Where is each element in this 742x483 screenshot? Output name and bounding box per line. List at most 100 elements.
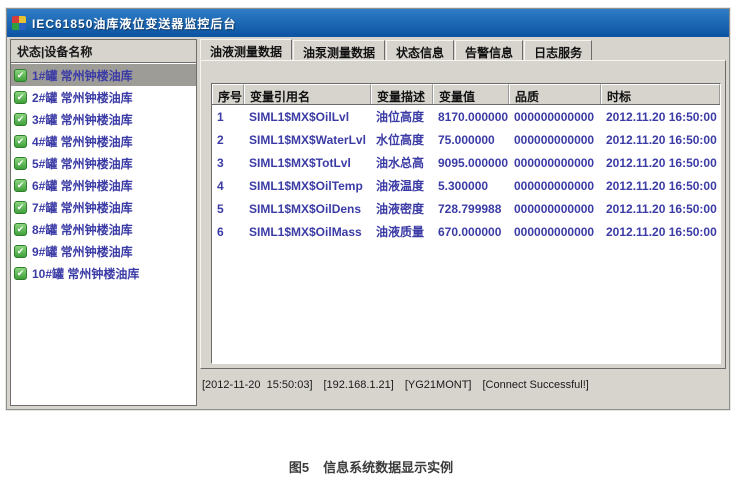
table-row[interactable]: 3SIML1$MX$TotLvl油水总高9095.000000000000000… — [212, 151, 720, 174]
cell-r1-c3: 8170.000000 — [433, 110, 509, 124]
cell-r1-c4: 000000000000 — [509, 110, 601, 124]
column-header-1[interactable]: 变量引用名 — [244, 84, 371, 104]
check-icon: ✔ — [14, 69, 27, 82]
cell-r6-c0: 6 — [212, 225, 244, 239]
titlebar: IEC61850油库液位变送器监控后台 — [7, 9, 729, 37]
cell-r1-c1: SIML1$MX$OilLvl — [244, 110, 371, 124]
cell-r2-c1: SIML1$MX$WaterLvl — [244, 133, 371, 147]
device-item-4-tank[interactable]: ✔ 4#罐 常州钟楼油库 — [11, 130, 196, 152]
cell-r1-c0: 1 — [212, 110, 244, 124]
device-item-label: 10#罐 常州钟楼油库 — [32, 265, 139, 282]
table-header-row: 序号变量引用名变量描述变量值品质时标 — [212, 84, 720, 105]
check-icon: ✔ — [14, 135, 27, 148]
cell-r2-c3: 75.000000 — [433, 133, 509, 147]
status-timestamp: [2012-11-20 15:50:03] — [202, 379, 313, 391]
device-item-9-tank[interactable]: ✔ 9#罐 常州钟楼油库 — [11, 240, 196, 262]
table-row[interactable]: 5SIML1$MX$OilDens油液密度728.799988000000000… — [212, 197, 720, 220]
tab-bar: 油液测量数据油泵测量数据状态信息告警信息日志服务 — [200, 39, 726, 60]
cell-r5-c1: SIML1$MX$OilDens — [244, 202, 371, 216]
check-icon: ✔ — [14, 179, 27, 192]
device-item-5-tank[interactable]: ✔ 5#罐 常州钟楼油库 — [11, 152, 196, 174]
device-item-8-tank[interactable]: ✔ 8#罐 常州钟楼油库 — [11, 218, 196, 240]
table-row[interactable]: 6SIML1$MX$OilMass油液质量670.000000000000000… — [212, 220, 720, 243]
table-row[interactable]: 1SIML1$MX$OilLvl油位高度8170.000000000000000… — [212, 105, 720, 128]
cell-r5-c2: 油液密度 — [371, 200, 433, 217]
app-icon — [12, 16, 26, 30]
column-header-0[interactable]: 序号 — [212, 84, 244, 104]
status-message: [Connect Successful!] — [482, 379, 588, 391]
status-bar: [2012-11-20 15:50:03] [192.168.1.21] [YG… — [202, 377, 726, 393]
device-item-label: 6#罐 常州钟楼油库 — [32, 177, 133, 194]
check-icon: ✔ — [14, 223, 27, 236]
cell-r4-c5: 2012.11.20 16:50:00 — [601, 179, 720, 193]
cell-r4-c2: 油液温度 — [371, 177, 433, 194]
device-item-10-tank[interactable]: ✔10#罐 常州钟楼油库 — [11, 262, 196, 284]
device-item-1-tank[interactable]: ✔ 1#罐 常州钟楼油库 — [11, 64, 196, 86]
window-title: IEC61850油库液位变送器监控后台 — [32, 15, 236, 32]
main-panel: 油液测量数据油泵测量数据状态信息告警信息日志服务 序号变量引用名变量描述变量值品… — [200, 39, 726, 406]
cell-r2-c4: 000000000000 — [509, 133, 601, 147]
cell-r5-c4: 000000000000 — [509, 202, 601, 216]
tab-3[interactable]: 告警信息 — [455, 40, 523, 60]
check-icon: ✔ — [14, 245, 27, 258]
device-item-7-tank[interactable]: ✔ 7#罐 常州钟楼油库 — [11, 196, 196, 218]
cell-r4-c1: SIML1$MX$OilTemp — [244, 179, 371, 193]
tab-page-oil-measure: 序号变量引用名变量描述变量值品质时标 1SIML1$MX$OilLvl油位高度8… — [200, 60, 726, 369]
tab-2[interactable]: 状态信息 — [386, 40, 454, 60]
cell-r4-c4: 000000000000 — [509, 179, 601, 193]
measurement-table: 序号变量引用名变量描述变量值品质时标 1SIML1$MX$OilLvl油位高度8… — [211, 83, 721, 364]
cell-r2-c5: 2012.11.20 16:50:00 — [601, 133, 720, 147]
figure-caption: 图5 信息系统数据显示实例 — [0, 457, 742, 476]
cell-r4-c3: 5.300000 — [433, 179, 509, 193]
cell-r1-c2: 油位高度 — [371, 108, 433, 125]
cell-r3-c2: 油水总高 — [371, 154, 433, 171]
figure-label: 图5 — [289, 460, 309, 475]
cell-r5-c3: 728.799988 — [433, 202, 509, 216]
cell-r3-c0: 3 — [212, 156, 244, 170]
column-header-3[interactable]: 变量值 — [433, 84, 509, 104]
device-item-label: 4#罐 常州钟楼油库 — [32, 133, 133, 150]
device-item-6-tank[interactable]: ✔ 6#罐 常州钟楼油库 — [11, 174, 196, 196]
device-item-label: 9#罐 常州钟楼油库 — [32, 243, 133, 260]
status-module: [YG21MONT] — [405, 379, 472, 391]
device-item-label: 7#罐 常州钟楼油库 — [32, 199, 133, 216]
device-item-3-tank[interactable]: ✔ 3#罐 常州钟楼油库 — [11, 108, 196, 130]
check-icon: ✔ — [14, 157, 27, 170]
figure-title: 信息系统数据显示实例 — [323, 460, 453, 475]
device-item-label: 5#罐 常州钟楼油库 — [32, 155, 133, 172]
cell-r6-c2: 油液质量 — [371, 223, 433, 240]
cell-r5-c5: 2012.11.20 16:50:00 — [601, 202, 720, 216]
column-header-4[interactable]: 品质 — [509, 84, 601, 104]
device-item-label: 3#罐 常州钟楼油库 — [32, 111, 133, 128]
table-row[interactable]: 2SIML1$MX$WaterLvl水位高度75.000000000000000… — [212, 128, 720, 151]
tab-4[interactable]: 日志服务 — [524, 40, 592, 60]
table-row[interactable]: 4SIML1$MX$OilTemp油液温度5.30000000000000000… — [212, 174, 720, 197]
cell-r2-c0: 2 — [212, 133, 244, 147]
device-item-label: 1#罐 常州钟楼油库 — [32, 67, 133, 84]
check-icon: ✔ — [14, 91, 27, 104]
cell-r6-c1: SIML1$MX$OilMass — [244, 225, 371, 239]
cell-r6-c4: 000000000000 — [509, 225, 601, 239]
check-icon: ✔ — [14, 113, 27, 126]
cell-r4-c0: 4 — [212, 179, 244, 193]
device-panel: 状态|设备名称 ✔ 1#罐 常州钟楼油库 ✔ 2#罐 常州钟楼油库 ✔ 3#罐 常州钟楼油… — [10, 39, 197, 406]
device-item-label: 8#罐 常州钟楼油库 — [32, 221, 133, 238]
app-window: IEC61850油库液位变送器监控后台 状态|设备名称 ✔1#罐 常州钟楼油库✔… — [6, 8, 730, 410]
device-item-2-tank[interactable]: ✔ 2#罐 常州钟楼油库 — [11, 86, 196, 108]
device-panel-header: 状态|设备名称 — [11, 40, 196, 63]
cell-r6-c3: 670.000000 — [433, 225, 509, 239]
cell-r3-c1: SIML1$MX$TotLvl — [244, 156, 371, 170]
cell-r2-c2: 水位高度 — [371, 131, 433, 148]
tab-1[interactable]: 油泵测量数据 — [293, 40, 385, 60]
cell-r6-c5: 2012.11.20 16:50:00 — [601, 225, 720, 239]
column-header-5[interactable]: 时标 — [601, 84, 720, 104]
device-list: ✔ 1#罐 常州钟楼油库 ✔ 2#罐 常州钟楼油库 ✔ 3#罐 常州钟楼油库 ✔ 4#罐 常州… — [11, 64, 196, 405]
check-icon: ✔ — [14, 201, 27, 214]
cell-r1-c5: 2012.11.20 16:50:00 — [601, 110, 720, 124]
cell-r3-c5: 2012.11.20 16:50:00 — [601, 156, 720, 170]
page: IEC61850油库液位变送器监控后台 状态|设备名称 ✔1#罐 常州钟楼油库✔… — [0, 0, 742, 483]
column-header-2[interactable]: 变量描述 — [371, 84, 433, 104]
cell-r3-c4: 000000000000 — [509, 156, 601, 170]
tab-0[interactable]: 油液测量数据 — [200, 39, 292, 60]
device-item-label: 2#罐 常州钟楼油库 — [32, 89, 133, 106]
